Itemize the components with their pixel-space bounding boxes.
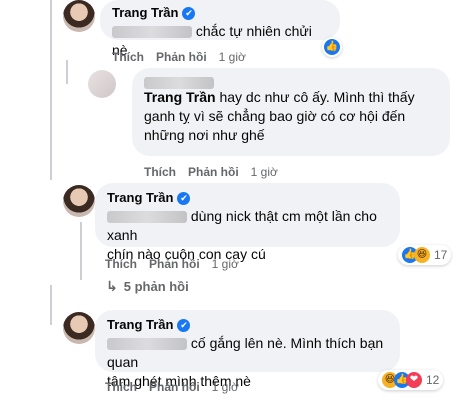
like-button[interactable]: Thích bbox=[112, 50, 144, 64]
replies-count-label: 5 phản hồi bbox=[123, 279, 189, 294]
comment-actions: Thích Phản hồi 1 giờ bbox=[105, 380, 239, 394]
comment-bubble: Trang Trần hay dc như cô ấy. Mình thì th… bbox=[132, 68, 450, 156]
redacted-text bbox=[112, 26, 192, 39]
comment-bubble: Trang Trần ✔ cố gắng lên nè. Mình thích … bbox=[95, 310, 400, 389]
timestamp[interactable]: 1 giờ bbox=[251, 165, 278, 179]
reaction-summary[interactable]: 👍 bbox=[322, 37, 342, 57]
redacted-text bbox=[107, 211, 187, 224]
comment-actions: Thích Phản hồi 1 giờ bbox=[105, 257, 239, 271]
reply-arrow-icon: ↳ bbox=[106, 278, 118, 294]
redacted-name bbox=[144, 74, 438, 89]
reaction-count: 17 bbox=[434, 248, 448, 262]
author-name[interactable]: Trang Trần bbox=[107, 189, 173, 207]
comment-bubble: Trang Trần ✔ chắc tự nhiên chửi nè bbox=[100, 0, 340, 58]
comment-text-line: ganh tỵ vì sẽ chẳng bao giờ có cơ hội đế… bbox=[144, 108, 406, 124]
like-reaction-icon: 👍 bbox=[324, 39, 340, 55]
comment-actions: Thích Phản hồi 1 giờ bbox=[112, 50, 246, 64]
thread-line bbox=[66, 60, 68, 84]
like-button[interactable]: Thích bbox=[144, 165, 176, 179]
love-reaction-icon: ❤ bbox=[406, 372, 422, 388]
thread-line bbox=[50, 285, 52, 325]
reaction-summary[interactable]: 👍 😆 17 bbox=[398, 245, 452, 265]
reply-button[interactable]: Phản hồi bbox=[149, 380, 200, 394]
author-row: Trang Trần ✔ bbox=[107, 189, 388, 207]
comment-text: cố gắng lên nè. Mình thích bạn quan bbox=[107, 334, 388, 372]
timestamp[interactable]: 1 giờ bbox=[212, 380, 239, 394]
comment-text: Trang Trần hay dc như cô ấy. Mình thì th… bbox=[144, 88, 438, 107]
verified-icon: ✔ bbox=[182, 6, 196, 20]
author-row: Trang Trần ✔ bbox=[112, 4, 328, 22]
haha-reaction-icon: 😆 bbox=[414, 247, 430, 263]
comment-text-line: hay dc như cô ấy. Mình thì thấy bbox=[219, 89, 415, 105]
avatar[interactable] bbox=[88, 70, 116, 98]
avatar[interactable] bbox=[63, 312, 95, 344]
reply-button[interactable]: Phản hồi bbox=[149, 257, 200, 271]
timestamp[interactable]: 1 giờ bbox=[219, 50, 246, 64]
author-name[interactable]: Trang Trần bbox=[107, 316, 173, 334]
avatar[interactable] bbox=[63, 185, 95, 217]
comment-text: dùng nick thật cm một lần cho xanh bbox=[107, 207, 388, 245]
redacted-text bbox=[107, 338, 187, 351]
view-replies-link[interactable]: ↳ 5 phản hồi bbox=[106, 278, 189, 295]
timestamp[interactable]: 1 giờ bbox=[212, 257, 239, 271]
verified-icon: ✔ bbox=[177, 318, 191, 332]
author-name[interactable]: Trang Trần bbox=[144, 89, 216, 105]
reaction-summary[interactable]: 😆 👍 ❤ 12 bbox=[378, 370, 444, 390]
thread-line bbox=[50, 0, 52, 60]
thread-line bbox=[80, 222, 82, 280]
comment-bubble: Trang Trần ✔ dùng nick thật cm một lần c… bbox=[95, 183, 400, 262]
reply-button[interactable]: Phản hồi bbox=[156, 50, 207, 64]
author-name[interactable]: Trang Trần bbox=[112, 4, 178, 22]
reaction-count: 12 bbox=[426, 373, 440, 387]
like-button[interactable]: Thích bbox=[105, 380, 137, 394]
author-row: Trang Trần ✔ bbox=[107, 316, 388, 334]
comment-actions: Thích Phản hồi 1 giờ bbox=[144, 165, 278, 179]
verified-icon: ✔ bbox=[177, 191, 191, 205]
redacted-text bbox=[144, 76, 214, 89]
like-button[interactable]: Thích bbox=[105, 257, 137, 271]
comment-text-line: những nơi như ghế bbox=[144, 127, 265, 143]
avatar[interactable] bbox=[63, 0, 95, 32]
reply-button[interactable]: Phản hồi bbox=[188, 165, 239, 179]
thread-line bbox=[50, 60, 52, 180]
